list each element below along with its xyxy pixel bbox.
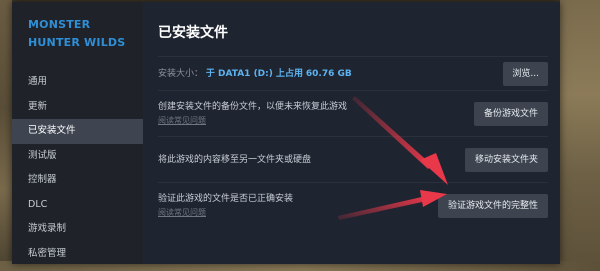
sidebar-item-updates[interactable]: 更新 — [12, 95, 143, 120]
game-title-line1: MONSTER — [28, 18, 91, 31]
main-panel: 已安装文件 安装大小： 于 DATA1 (D:) 上占用 60.76 GB 浏览… — [143, 2, 560, 264]
properties-dialog: MONSTER HUNTER WILDS 通用 更新 已安装文件 测试版 控制器… — [12, 2, 560, 264]
background-game-art-left — [0, 0, 12, 271]
install-size-label: 安装大小： — [158, 68, 204, 79]
sidebar-item-controller[interactable]: 控制器 — [12, 168, 143, 193]
browse-button[interactable]: 浏览... — [503, 61, 548, 86]
move-row: 将此游戏的内容移至另一文件夹或硬盘 移动安装文件夹 — [158, 136, 548, 182]
verify-integrity-button[interactable]: 验证游戏文件的完整性 — [437, 193, 548, 218]
backup-faq-link[interactable]: 阅读常见问题 — [158, 114, 347, 128]
sidebar-item-dlc[interactable]: DLC — [12, 193, 143, 218]
sidebar-item-betas[interactable]: 测试版 — [12, 144, 143, 169]
backup-text-block: 创建安装文件的备份文件，以便未来恢复此游戏 阅读常见问题 — [158, 100, 347, 128]
move-install-folder-button[interactable]: 移动安装文件夹 — [464, 147, 548, 172]
sidebar-item-privacy[interactable]: 私密管理 — [12, 242, 143, 267]
sidebar: MONSTER HUNTER WILDS 通用 更新 已安装文件 测试版 控制器… — [12, 2, 143, 264]
verify-faq-link[interactable]: 阅读常见问题 — [158, 206, 293, 220]
install-size-drive: 于 DATA1 (D:) 上占用 — [205, 68, 303, 79]
backup-description: 创建安装文件的备份文件，以便未来恢复此游戏 — [158, 101, 348, 112]
verify-text-block: 验证此游戏的文件是否已正确安装 阅读常见问题 — [158, 192, 293, 220]
backup-row: 创建安装文件的备份文件，以便未来恢复此游戏 阅读常见问题 备份游戏文件 — [158, 90, 548, 136]
sidebar-nav: 通用 更新 已安装文件 测试版 控制器 DLC 游戏录制 私密管理 — [12, 70, 143, 266]
background-game-art-right — [560, 0, 600, 271]
install-size-text: 安装大小： 于 DATA1 (D:) 上占用 60.76 GB — [158, 67, 352, 81]
game-title-line2: HUNTER WILDS — [28, 36, 126, 49]
game-title: MONSTER HUNTER WILDS — [12, 16, 138, 52]
sidebar-item-game-recording[interactable]: 游戏录制 — [12, 217, 143, 242]
move-description: 将此游戏的内容移至另一文件夹或硬盘 — [158, 154, 312, 165]
page-title: 已安装文件 — [158, 25, 228, 41]
sidebar-item-general[interactable]: 通用 — [12, 70, 143, 95]
install-size-value: 60.76 GB — [305, 68, 352, 79]
verify-row: 验证此游戏的文件是否已正确安装 阅读常见问题 验证游戏文件的完整性 — [158, 182, 548, 228]
backup-game-files-button[interactable]: 备份游戏文件 — [473, 101, 548, 126]
install-size-row: 安装大小： 于 DATA1 (D:) 上占用 60.76 GB 浏览... — [158, 56, 548, 90]
sidebar-item-installed-files[interactable]: 已安装文件 — [12, 119, 143, 144]
verify-description: 验证此游戏的文件是否已正确安装 — [158, 193, 294, 204]
